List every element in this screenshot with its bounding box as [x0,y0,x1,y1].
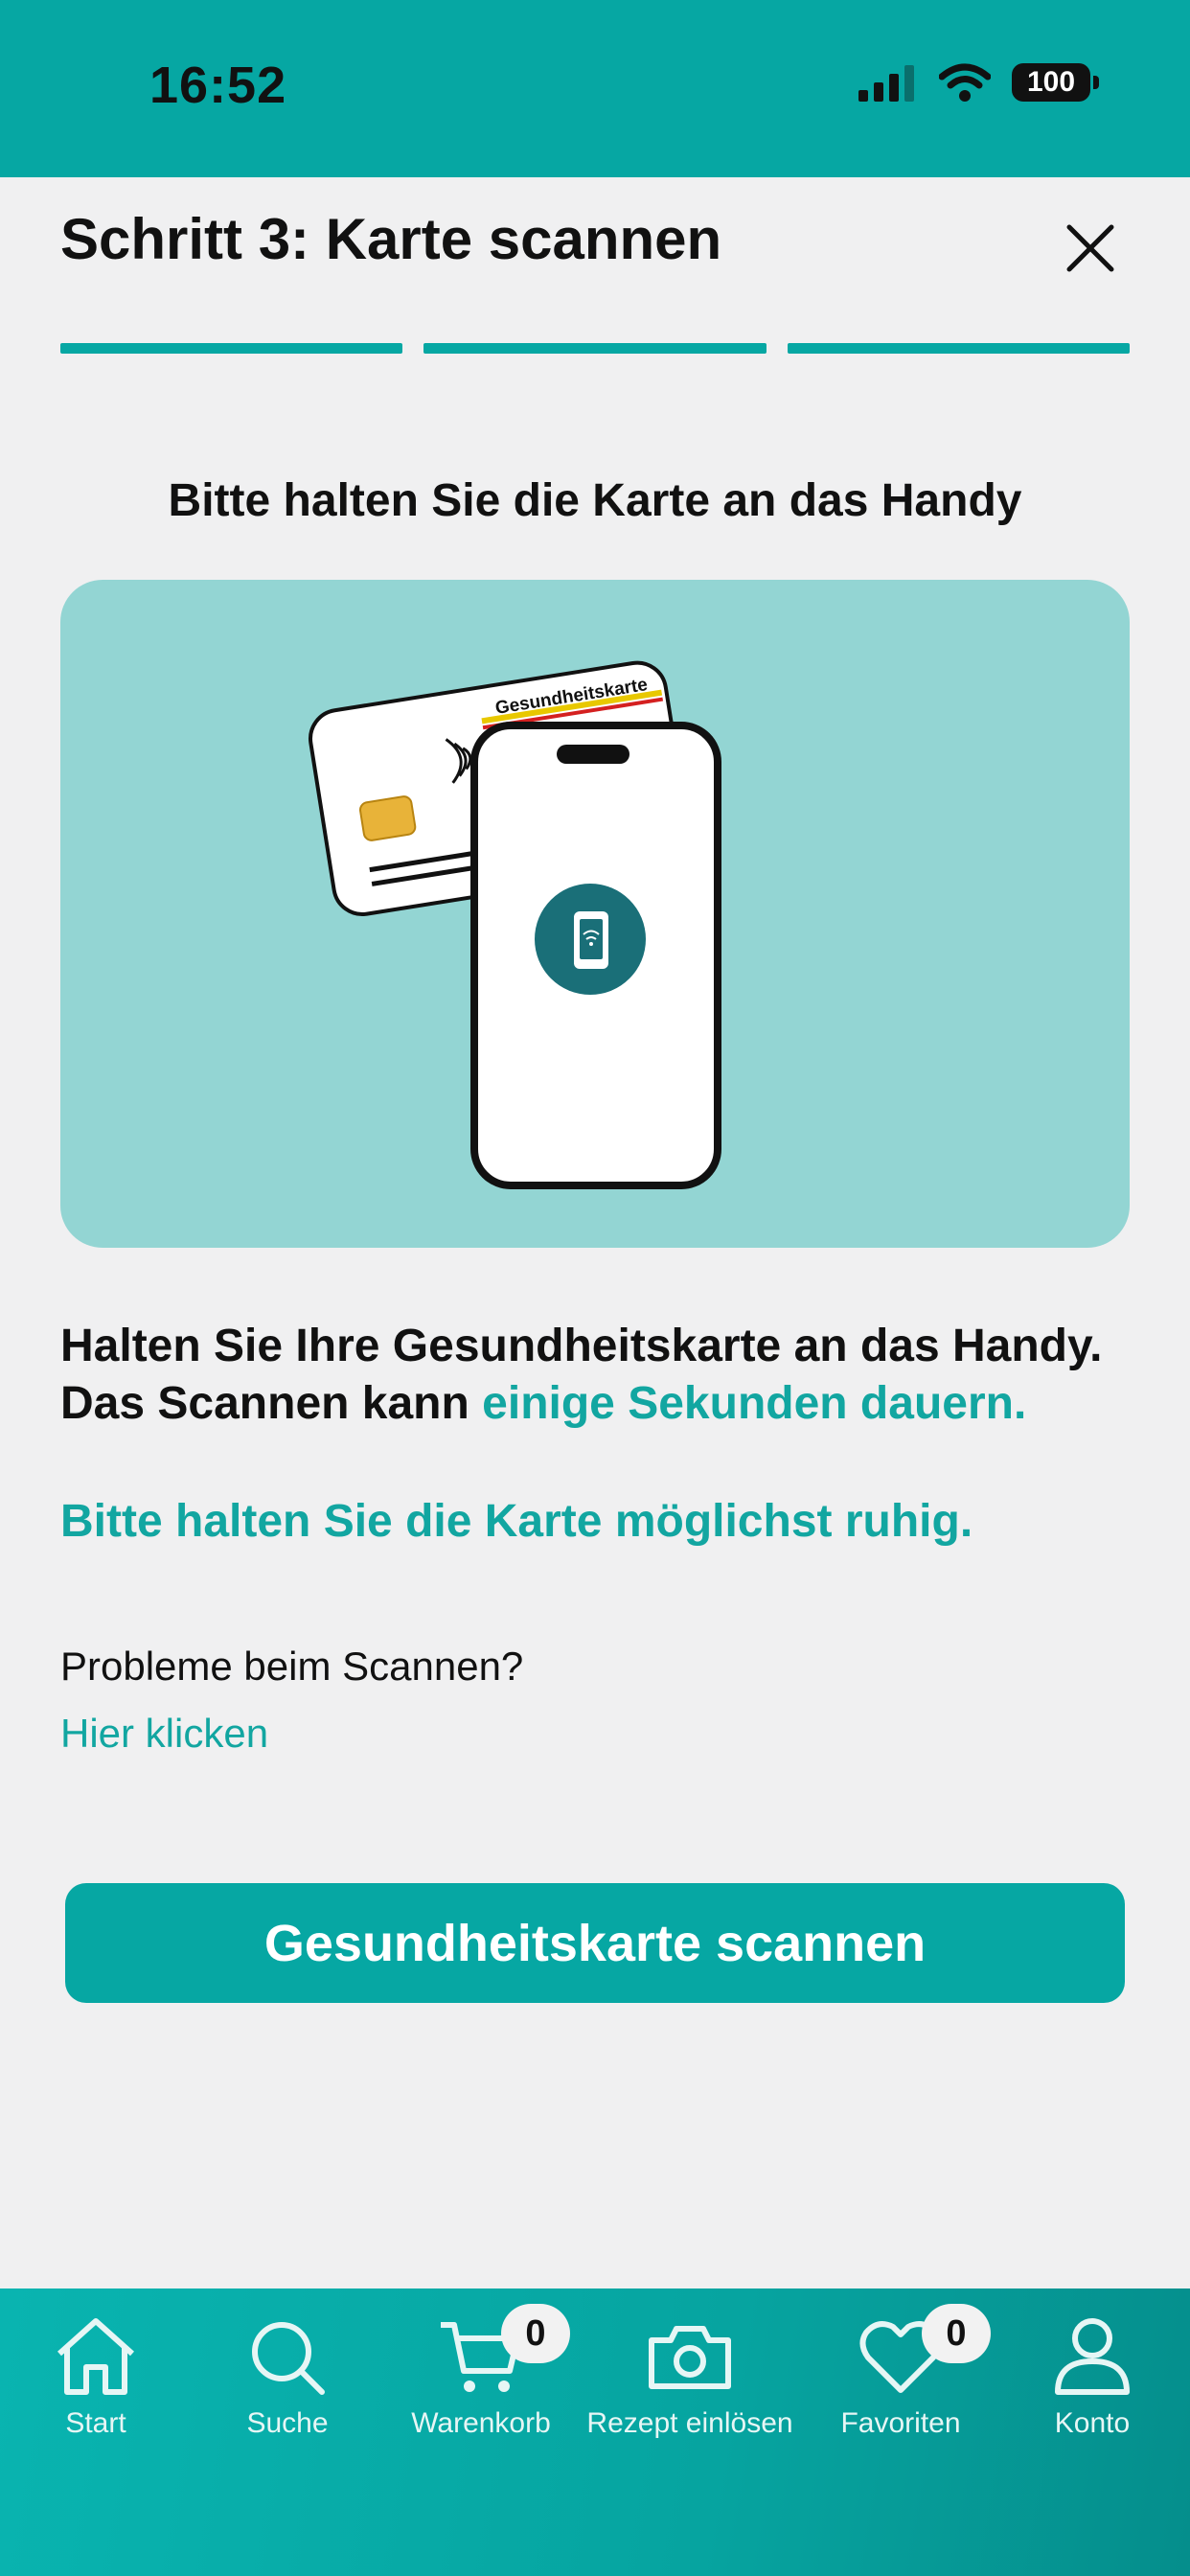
hold-still-hint: Bitte halten Sie die Karte möglichst ruh… [60,1496,973,1547]
nav-item-rezept[interactable]: Rezept einlösen [575,2315,805,2440]
status-icons: 100 [857,63,1099,102]
description-accent: einige Sekunden dauern. [482,1378,1027,1429]
description-text: Das Scannen kann [60,1378,469,1429]
close-icon[interactable] [1060,218,1121,279]
scan-card-sheet: Schritt 3: Karte scannen Bitte halten Si… [0,177,1190,2288]
cart-count-badge: 0 [501,2304,570,2363]
user-icon [1055,2318,1130,2395]
search-icon [252,2322,325,2395]
nav-label-rezept: Rezept einlösen [586,2407,793,2439]
description-line-2: Das Scannen kann einige Sekunden dauern. [60,1375,1133,1433]
scan-description: Halten Sie Ihre Gesundheitskarte an das … [60,1318,1133,1433]
battery-indicator: 100 [1012,63,1099,102]
wifi-icon [939,63,991,102]
progress-step-2 [423,343,767,354]
progress-step-1 [60,343,403,354]
problem-label: Probleme beim Scannen? [60,1644,524,1689]
progress-step-3 [787,343,1130,354]
step-progress [60,343,1130,354]
phone-and-card-illustration: Gesundheitskarte [309,660,721,1189]
problem-help-link[interactable]: Hier klicken [60,1711,268,1757]
description-line-1: Halten Sie Ihre Gesundheitskarte an das … [60,1321,1103,1371]
home-icon [57,2318,135,2395]
instruction-heading: Bitte halten Sie die Karte an das Handy [168,475,1022,526]
status-time: 16:52 [149,57,287,114]
page-title: Schritt 3: Karte scannen [60,207,722,271]
status-bar: 16:52 100 [0,0,1190,177]
nav-item-konto[interactable]: Konto [977,2315,1190,2440]
camera-icon [649,2326,731,2389]
nav-label-konto: Konto [1054,2407,1131,2439]
card-scan-illustration: Gesundheitskarte [60,580,1130,1248]
scan-card-button[interactable]: Gesundheitskarte scannen [65,1883,1125,2003]
bottom-navigation: Start Suche Warenkorb 0 Rezept einlösen … [0,2288,1190,2576]
nav-label-warenkorb: Warenkorb [411,2407,551,2439]
cellular-signal-icon [858,65,914,102]
